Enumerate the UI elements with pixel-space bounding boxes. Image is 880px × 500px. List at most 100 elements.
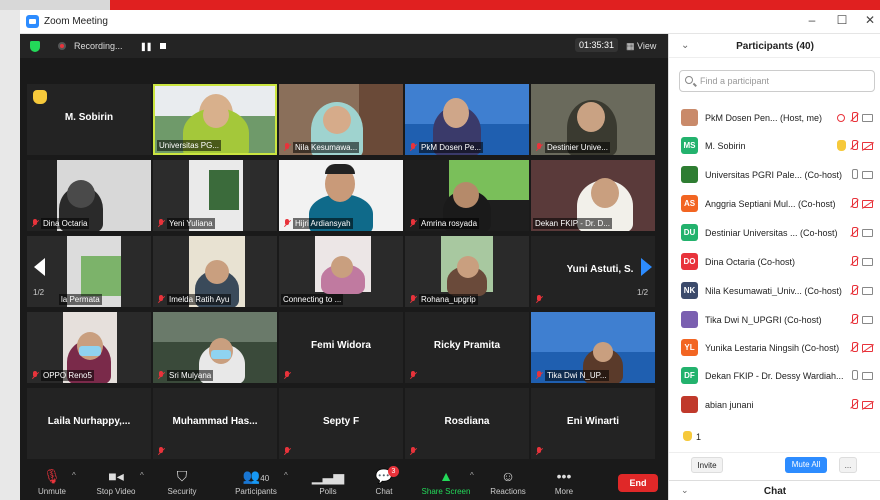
video-tile[interactable]: Amrina rosyada (405, 160, 529, 231)
participant-name: M. Sobirin (64, 112, 114, 123)
muted-mic-icon[interactable] (849, 112, 859, 124)
muted-mic-icon[interactable] (849, 140, 859, 152)
video-tile[interactable]: Destinier Unive... (531, 84, 655, 155)
participant-label: PkM Dosen Pe... (419, 142, 484, 153)
video-tile[interactable]: Rosdiana (405, 388, 529, 459)
pause-recording-icon[interactable]: ❚❚ (140, 42, 152, 51)
share-screen-button[interactable]: ▲ Share Screen (416, 468, 476, 496)
participant-row[interactable]: YL Yunika Lestaria Ningsih (Co-host) (669, 334, 880, 362)
video-tile[interactable]: Dina Octaria (27, 160, 151, 231)
video-tile[interactable]: Connecting to ... (279, 236, 403, 307)
muted-mic-icon[interactable] (849, 227, 859, 239)
participant-search-input[interactable]: Find a participant (679, 70, 875, 92)
mic-icon[interactable] (849, 370, 859, 382)
video-options-caret-icon[interactable]: ^ (140, 471, 144, 480)
participant-row[interactable]: Tika Dwi N_UPGRI (Co-host) (669, 306, 880, 334)
muted-mic-icon[interactable] (849, 256, 859, 268)
video-tile[interactable]: Imelda Ratih Ayu (153, 236, 277, 307)
video-tile[interactable]: Yuni Astuti, S. 1/2 (531, 236, 655, 307)
mic-icon[interactable] (849, 169, 859, 181)
more-button[interactable]: ••• More (534, 468, 594, 496)
muted-mic-icon (535, 371, 543, 380)
video-tile[interactable]: Laila Nurhappy,... (27, 388, 151, 459)
more-dots-icon: ••• (556, 468, 572, 484)
participant-status-icons (837, 399, 873, 411)
video-camera-icon[interactable] (862, 171, 873, 179)
minimize-button[interactable]: – (802, 13, 822, 27)
polls-label: Polls (319, 487, 337, 496)
video-tile[interactable]: Rohana_upgrip (405, 236, 529, 307)
muted-mic-icon[interactable] (849, 314, 859, 326)
participant-label: Yeni Yuliana (167, 218, 215, 229)
participant-row[interactable]: MS M. Sobirin (669, 132, 880, 160)
muted-mic-icon[interactable] (849, 198, 859, 210)
stop-video-button[interactable]: ■◂ Stop Video (86, 468, 146, 496)
previous-page-arrow-icon[interactable] (34, 258, 45, 276)
audio-options-caret-icon[interactable]: ^ (72, 471, 76, 480)
chat-button[interactable]: 💬 3 Chat (354, 466, 414, 496)
maximize-button[interactable]: ☐ (832, 13, 852, 27)
video-off-icon[interactable] (862, 200, 873, 208)
participant-avatar (681, 396, 698, 413)
zoom-window: Zoom Meeting – ☐ ✕ Recording... ❚❚ 01:35… (20, 10, 880, 500)
participant-name: Tika Dwi N_UPGRI (Co-host) (705, 315, 822, 325)
more-options-button[interactable]: ... (839, 457, 857, 473)
share-options-caret-icon[interactable]: ^ (470, 471, 474, 480)
muted-mic-icon (283, 143, 291, 152)
close-button[interactable]: ✕ (860, 13, 880, 27)
video-tile[interactable]: Muhammad Has... (153, 388, 277, 459)
video-tile[interactable]: Yeni Yuliana (153, 160, 277, 231)
video-tile[interactable]: Femi Widora (279, 312, 403, 383)
stop-recording-icon[interactable] (160, 43, 166, 49)
video-tile[interactable]: PkM Dosen Pe... (405, 84, 529, 155)
participant-label: Dekan FKIP - Dr. D... (533, 218, 612, 229)
chat-section-header[interactable]: ⌄ Chat (669, 480, 880, 500)
video-camera-icon[interactable] (862, 316, 873, 324)
video-off-icon[interactable] (862, 401, 873, 409)
page-indicator-left: 1/2 (33, 288, 45, 297)
video-tile[interactable]: Dekan FKIP - Dr. D... (531, 160, 655, 231)
participants-options-caret-icon[interactable]: ^ (284, 471, 288, 480)
reactions-button[interactable]: ☺ Reactions (478, 468, 538, 496)
invite-button[interactable]: Invite (691, 457, 723, 473)
video-tile[interactable]: Sri Mulyana (153, 312, 277, 383)
video-camera-icon[interactable] (862, 287, 873, 295)
muted-mic-icon[interactable] (849, 285, 859, 297)
video-tile[interactable]: Eni Winarti (531, 388, 655, 459)
participant-row[interactable]: PkM Dosen Pen... (Host, me) (669, 104, 880, 132)
encryption-shield-icon[interactable] (30, 41, 40, 52)
participant-row[interactable]: DU Destiniar Universitas ... (Co-host) (669, 219, 880, 247)
view-button[interactable]: ▦ View (626, 41, 656, 52)
muted-mic-icon[interactable] (849, 399, 859, 411)
security-button[interactable]: ⛉ Security (152, 468, 212, 496)
video-tile[interactable]: Septy F (279, 388, 403, 459)
participant-row[interactable]: DF Dekan FKIP - Dr. Dessy Wardiah... (669, 362, 880, 390)
video-off-icon[interactable] (862, 344, 873, 352)
video-camera-icon[interactable] (862, 114, 873, 122)
end-meeting-button[interactable]: End (618, 474, 658, 492)
participant-row[interactable]: AS Anggria Septiani Mul... (Co-host) (669, 190, 880, 218)
video-tile[interactable]: Nila Kesumawa... (279, 84, 403, 155)
video-tile[interactable]: M. Sobirin (27, 84, 151, 155)
mute-all-button[interactable]: Mute All (785, 457, 827, 473)
next-page-arrow-icon[interactable] (641, 258, 652, 276)
video-tile[interactable]: Tika Dwi N_UP... (531, 312, 655, 383)
muted-mic-icon[interactable] (849, 342, 859, 354)
video-tile[interactable]: Universitas PG... (153, 84, 277, 155)
video-off-icon[interactable] (862, 142, 873, 150)
video-camera-icon[interactable] (862, 258, 873, 266)
polls-button[interactable]: ▁▃▅ Polls (298, 468, 358, 496)
participant-row[interactable]: Universitas PGRI Pale... (Co-host) (669, 161, 880, 189)
raised-hands-count: 1 (683, 431, 701, 442)
video-camera-icon[interactable] (862, 229, 873, 237)
video-tile[interactable]: Ricky Pramita (405, 312, 529, 383)
video-camera-icon[interactable] (862, 372, 873, 380)
participant-row[interactable]: NK Nila Kesumawati_Univ... (Co-host) (669, 277, 880, 305)
participants-button[interactable]: 👥40 Participants (226, 468, 286, 496)
video-feed (457, 256, 479, 278)
video-tile[interactable]: Hijri Ardiansyah (279, 160, 403, 231)
video-tile[interactable]: la Permata 1/2 (27, 236, 151, 307)
participant-row[interactable]: DO Dina Octaria (Co-host) (669, 248, 880, 276)
participant-row[interactable]: abian junani (669, 391, 880, 419)
video-tile[interactable]: OPPO Reno5 (27, 312, 151, 383)
